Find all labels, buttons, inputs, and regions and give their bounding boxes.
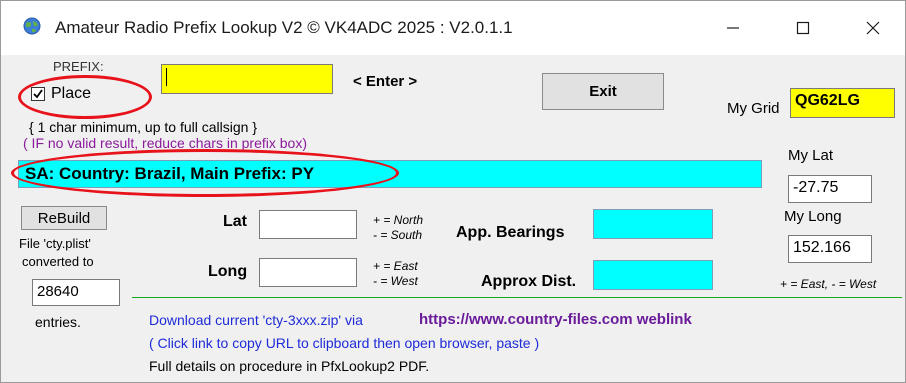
approx-dist-label: Approx Dist. [481,273,577,290]
title-bar: Amateur Radio Prefix Lookup V2 © VK4ADC … [1,1,905,55]
entries-label: entries. [35,314,81,330]
file-line1: File 'cty.plist' [19,236,91,251]
my-grid-field[interactable]: QG62LG [790,88,895,118]
rebuild-button[interactable]: ReBuild [21,206,107,230]
my-lat-field[interactable]: -27.75 [788,175,872,203]
enter-hint: < Enter > [353,73,418,90]
close-icon [866,21,880,35]
hint-min-chars: { 1 char minimum, up to full callsign } [29,119,257,135]
my-long-label: My Long [784,208,842,225]
close-button[interactable] [843,1,903,55]
bearings-label: App. Bearings [456,224,565,241]
long-label: Long [208,263,248,280]
long-hint-west: - = West [373,274,418,288]
checkmark-icon [31,86,45,101]
prefix-label: PREFIX: [53,59,104,74]
lat-label: Lat [223,213,247,230]
maximize-icon [796,21,810,35]
copy-url-hint: ( Click link to copy URL to clipboard th… [149,335,540,351]
my-long-field[interactable]: 152.166 [788,235,872,263]
my-grid-label: My Grid [727,100,780,117]
my-lat-label: My Lat [788,147,834,164]
window-title: Amateur Radio Prefix Lookup V2 © VK4ADC … [55,18,513,37]
place-checkbox[interactable]: Place [31,85,91,103]
file-line2: converted to [22,254,94,269]
lat-hint-north: + = North [373,213,424,227]
prefix-input[interactable] [161,64,333,94]
globe-icon [23,17,41,35]
divider-line [132,297,902,298]
bearings-field[interactable] [593,209,713,239]
long-field[interactable] [259,258,357,287]
my-long-hint: + = East, - = West [780,277,877,291]
place-label: Place [51,85,92,102]
approx-dist-field[interactable] [593,260,713,290]
result-field[interactable]: SA: Country: Brazil, Main Prefix: PY [18,160,762,188]
minimize-icon [726,21,740,35]
text-cursor [166,68,167,86]
minimize-button[interactable] [703,1,763,55]
long-hint-east: + = East [373,259,418,273]
entries-count-field[interactable]: 28640 [32,279,120,306]
exit-button[interactable]: Exit [542,73,664,110]
hint-invalid: ( IF no valid result, reduce chars in pr… [23,135,308,151]
maximize-button[interactable] [773,1,833,55]
lat-field[interactable] [259,210,357,239]
country-files-link[interactable]: https://www.country-files.com weblink [419,311,692,328]
details-text: Full details on procedure in PfxLookup2 … [149,358,430,374]
lat-hint-south: - = South [373,228,423,242]
app-window: Amateur Radio Prefix Lookup V2 © VK4ADC … [0,0,906,383]
download-text: Download current 'cty-3xxx.zip' via [149,312,363,328]
